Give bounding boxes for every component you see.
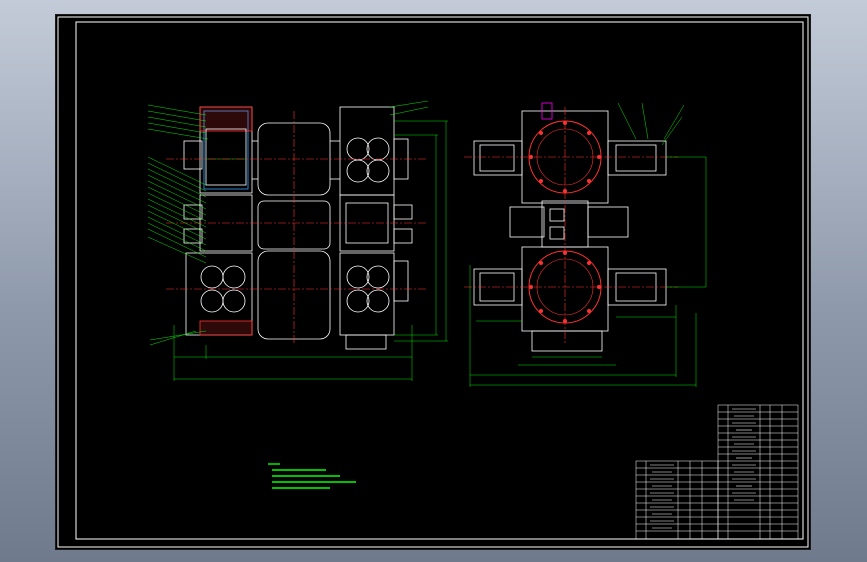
plan-view-centerlines: [464, 107, 678, 345]
plan-view: [473, 102, 667, 352]
title-block-text-marks: [650, 464, 674, 529]
cad-drawing-viewport[interactable]: [56, 15, 810, 549]
technical-requirements: [266, 461, 366, 497]
front-section-view: [183, 106, 413, 350]
parts-list: [717, 404, 799, 540]
parts-list-text-marks: [732, 408, 756, 501]
outer-frame: [57, 16, 809, 548]
inner-frame: [75, 21, 804, 540]
drawing-sheet: [57, 16, 809, 548]
technical-requirements-marks: [268, 463, 356, 489]
title-block: [635, 460, 719, 540]
